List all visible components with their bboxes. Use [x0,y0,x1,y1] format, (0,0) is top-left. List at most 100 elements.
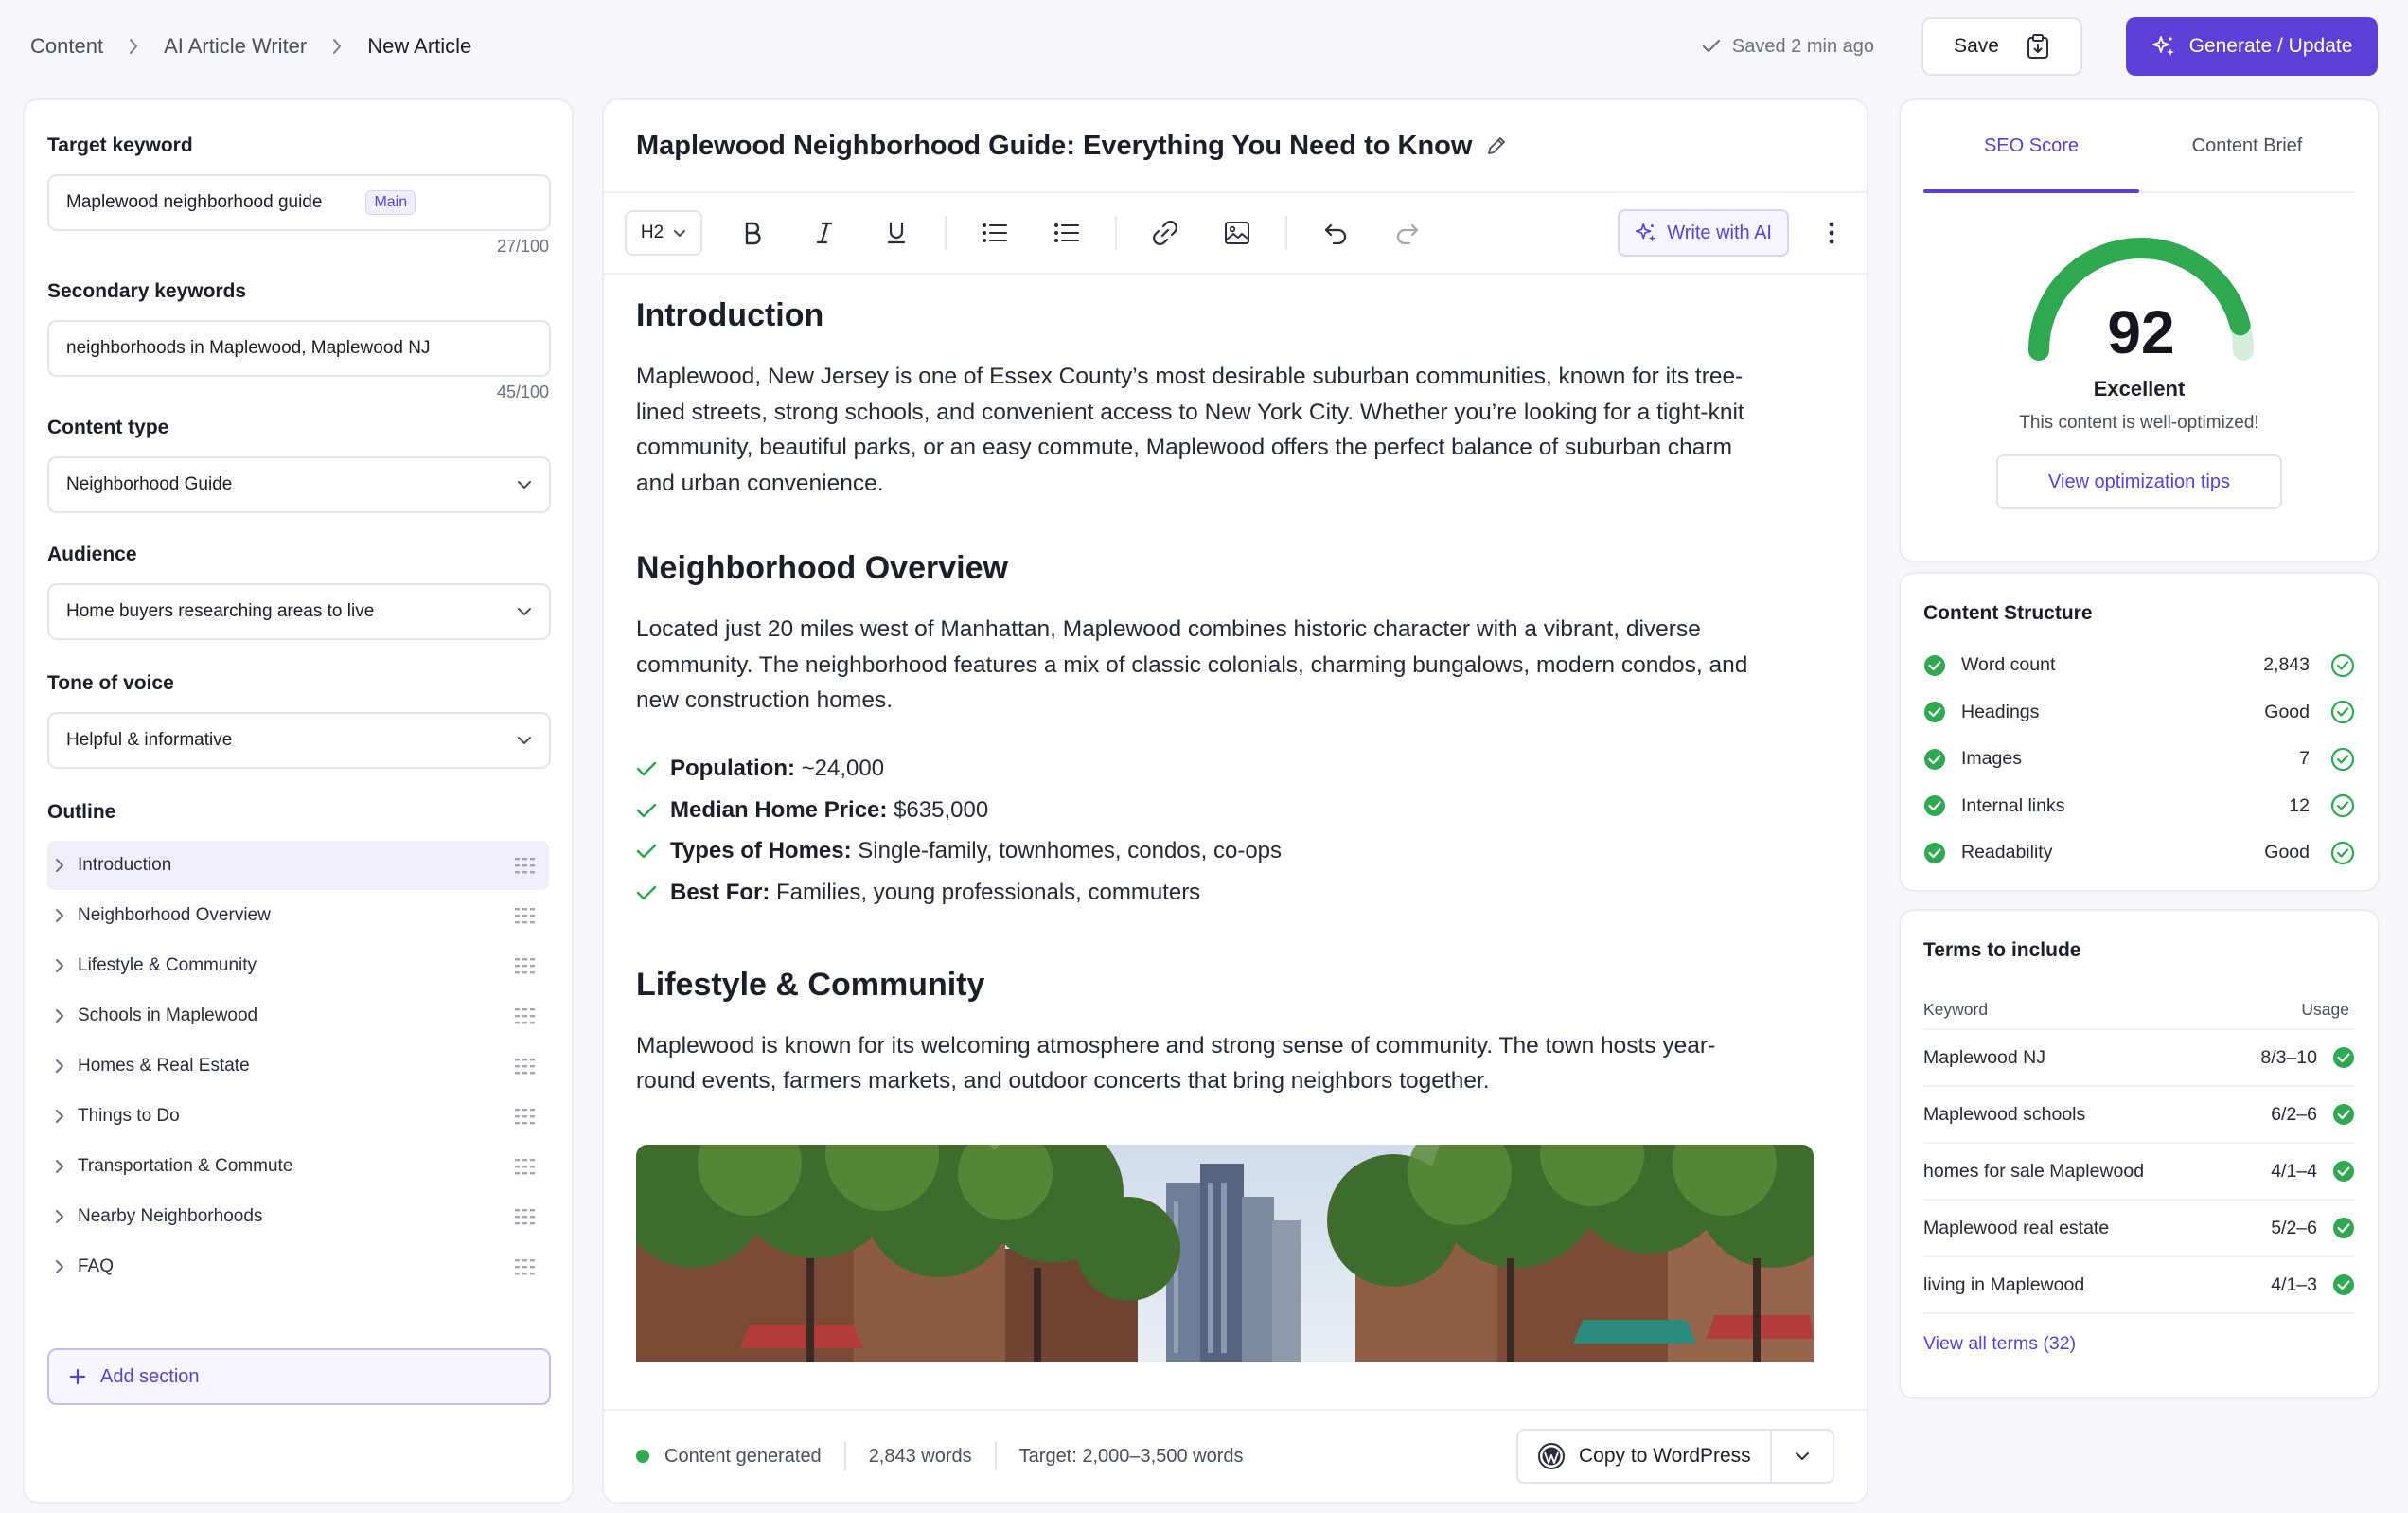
saved-text: Saved 2 min ago [1731,35,1874,57]
write-with-ai-button[interactable]: Write with AI [1618,209,1789,257]
section-heading-overview: Neighborhood Overview [636,550,1008,586]
structure-value: Good [2264,701,2310,722]
breadcrumb-ai-article-writer[interactable]: AI Article Writer [164,34,307,59]
drag-handle-icon[interactable] [515,1258,536,1275]
article-title[interactable]: Maplewood Neighborhood Guide: Everything… [636,131,1472,162]
top-bar: Content AI Article Writer New Article Sa… [0,0,2408,93]
drag-handle-icon[interactable] [515,1058,536,1075]
outline-item-homes-real-estate[interactable]: Homes & Real Estate [47,1041,549,1091]
copy-to-wordpress-label: Copy to WordPress [1579,1445,1751,1467]
outline-item-nearby-neighborhoods[interactable]: Nearby Neighborhoods [47,1192,549,1241]
outline-item-label: Nearby Neighborhoods [78,1206,263,1226]
sparkle-icon [1635,222,1657,244]
redo-button[interactable] [1384,209,1431,257]
outline-group: Outline Introduction Neighborhood Overvi… [47,801,551,1405]
save-button[interactable]: Save [1921,17,2082,76]
add-section-button[interactable]: Add section [47,1348,551,1405]
copy-options-dropdown[interactable] [1770,1431,1833,1482]
drag-handle-icon[interactable] [515,1208,536,1225]
outline-item-label: Neighborhood Overview [78,905,271,925]
underline-button[interactable] [873,209,920,257]
check-circle-outline-icon [2330,747,2355,772]
terms-title: Terms to include [1923,939,2081,961]
table-row: Maplewood real estate 5/2–6 [1923,1201,2355,1257]
tone-select[interactable]: Helpful & informative [47,712,551,769]
content-type-select[interactable]: Neighborhood Guide [47,456,551,513]
term-keyword: Maplewood schools [1923,1103,2086,1125]
image-button[interactable] [1213,209,1261,257]
term-usage: 8/3–10 [2260,1046,2317,1068]
outline-item-introduction[interactable]: Introduction [47,841,549,890]
view-optimization-tips-button[interactable]: View optimization tips [1996,454,2282,509]
tone-value: Helpful & informative [66,730,233,750]
article-content[interactable]: Introduction Maplewood, New Jersey is on… [604,275,1867,1362]
tab-seo-score[interactable]: SEO Score [1923,100,2139,193]
article-hero-image[interactable] [636,1144,1814,1362]
chevron-down-icon [517,607,532,616]
check-circle-icon [1923,842,1946,864]
fact-label: Best For: [670,879,770,905]
drag-handle-icon[interactable] [515,907,536,924]
more-vertical-icon [1829,222,1834,244]
outline-item-transportation[interactable]: Transportation & Commute [47,1142,549,1191]
check-circle-icon [1923,794,1946,817]
term-keyword: Maplewood real estate [1923,1217,2110,1238]
secondary-keywords-counter: 45/100 [496,383,549,401]
outline-item-things-to-do[interactable]: Things to Do [47,1092,549,1141]
audience-value: Home buyers researching areas to live [66,601,375,621]
outline-item-lifestyle-community[interactable]: Lifestyle & Community [47,941,549,990]
bullet-list-button[interactable] [971,209,1018,257]
target-keyword-input[interactable]: Maplewood neighborhood guide Main [47,174,551,231]
structure-row: Images 7 [1923,736,2355,783]
check-circle-outline-icon [2330,841,2355,865]
generate-update-button[interactable]: Generate / Update [2126,17,2378,76]
copy-to-wordpress-button[interactable]: Copy to WordPress [1516,1429,1834,1484]
fact-label: Median Home Price: [670,796,888,823]
fact-text: Median Home Price: $635,000 [670,797,988,824]
target-keyword-label: Target keyword [47,134,193,156]
redo-icon [1396,223,1419,244]
tab-content-brief[interactable]: Content Brief [2139,100,2355,191]
breadcrumb: Content AI Article Writer New Article [30,34,471,59]
check-circle-icon [2332,1217,2355,1239]
structure-row: Internal links 12 [1923,783,2355,830]
drag-handle-icon[interactable] [515,1158,536,1175]
check-icon [636,802,657,819]
topbar-actions: Saved 2 min ago Save Generate / Update [1702,17,2378,76]
undo-button[interactable] [1312,209,1359,257]
check-icon [636,884,657,901]
term-keyword: Maplewood NJ [1923,1046,2045,1068]
drag-handle-icon[interactable] [515,1108,536,1125]
breadcrumb-content[interactable]: Content [30,34,103,59]
fact-label: Population: [670,756,795,782]
drag-handle-icon[interactable] [515,957,536,974]
italic-button[interactable] [801,209,848,257]
secondary-keywords-input[interactable]: neighborhoods in Maplewood, Maplewood NJ [47,320,551,377]
chevron-right-icon [331,38,343,55]
drag-handle-icon[interactable] [515,1007,536,1024]
terms-col-usage: Usage [2301,1000,2349,1019]
numbered-list-icon [1054,223,1079,242]
numbered-list-button[interactable] [1043,209,1090,257]
link-button[interactable] [1142,209,1189,257]
view-all-terms-link[interactable]: View all terms (32) [1901,1314,2378,1355]
chevron-right-icon [55,1059,64,1074]
outline-item-faq[interactable]: FAQ [47,1242,549,1291]
secondary-keywords-value: neighborhoods in Maplewood, Maplewood NJ [66,338,431,358]
structure-value: Good [2264,842,2310,863]
drag-handle-icon[interactable] [515,857,536,874]
outline-item-label: Introduction [78,855,172,875]
bold-button[interactable] [729,209,776,257]
pencil-icon[interactable] [1485,134,1508,157]
status-dot-icon [636,1450,649,1463]
check-circle-icon [1923,701,1946,723]
chevron-right-icon [55,908,64,923]
check-icon [636,843,657,860]
more-options-button[interactable] [1817,221,1846,245]
outline-item-neighborhood-overview[interactable]: Neighborhood Overview [47,891,549,940]
toolbar-divider [1115,216,1117,250]
audience-select[interactable]: Home buyers researching areas to live [47,583,551,640]
outline-item-schools[interactable]: Schools in Maplewood [47,991,549,1041]
generate-label: Generate / Update [2188,35,2353,57]
heading-level-select[interactable]: H2 [625,210,702,256]
